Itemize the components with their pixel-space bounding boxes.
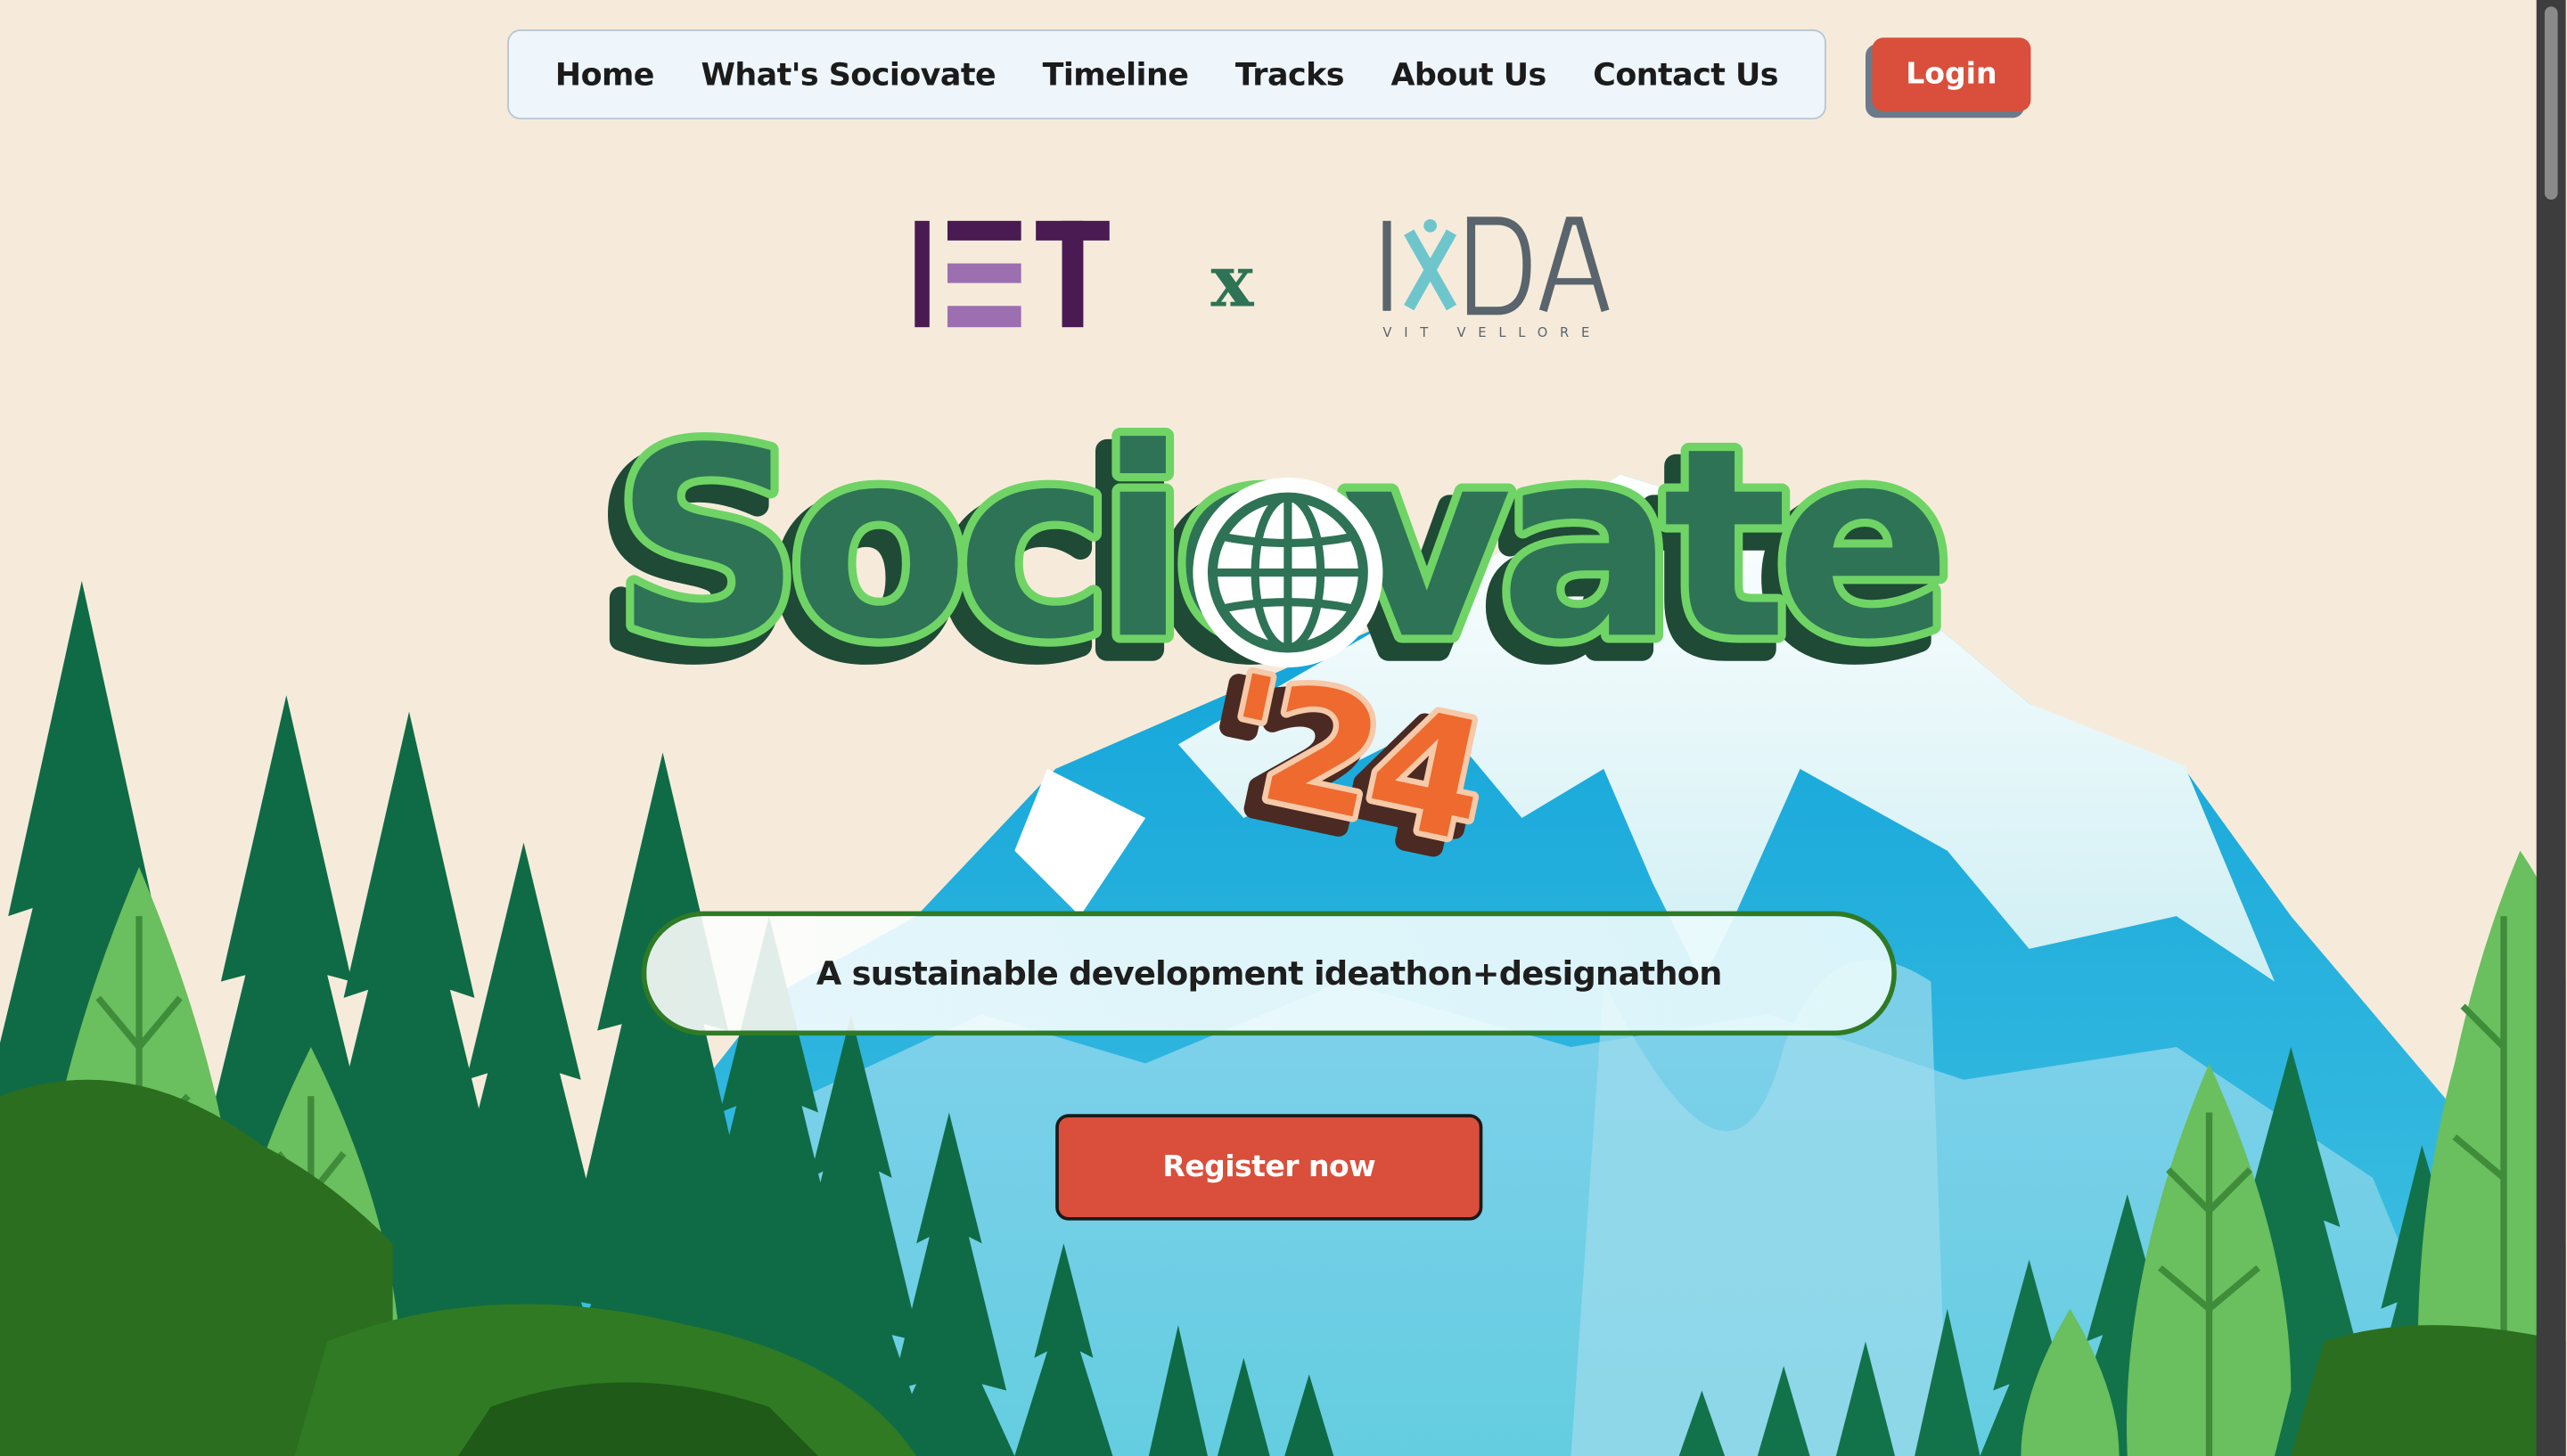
nav-link-tracks[interactable]: Tracks: [1235, 56, 1345, 92]
main-nav: Home What's Sociovate Timeline Tracks Ab…: [507, 29, 1826, 120]
page-scrollbar[interactable]: [2536, 0, 2566, 1456]
scrollbar-thumb[interactable]: [2544, 6, 2558, 200]
nav-link-about-us[interactable]: About Us: [1390, 56, 1546, 92]
tagline-text: A sustainable development ideathon+desig…: [816, 953, 1722, 994]
page-root: Home What's Sociovate Timeline Tracks Ab…: [0, 0, 2566, 1456]
login-button[interactable]: Login: [1872, 37, 2031, 111]
nav-link-whats-sociovate[interactable]: What's Sociovate: [701, 56, 996, 92]
sociovate-wordmark: Sociovate Sociovate '24 '24: [589, 401, 1964, 875]
ixda-subtitle: VIT VELLORE: [1382, 325, 1603, 340]
nav-link-timeline[interactable]: Timeline: [1043, 56, 1189, 92]
register-now-button[interactable]: Register now: [1055, 1114, 1483, 1221]
iet-logo: [914, 220, 1110, 328]
nav-link-contact-us[interactable]: Contact Us: [1593, 56, 1778, 92]
tagline-pill: A sustainable development ideathon+desig…: [641, 911, 1897, 1036]
globe-icon: [1193, 478, 1383, 668]
logos-separator: x: [1210, 239, 1254, 323]
ixda-logo: [1382, 217, 1610, 315]
nav-link-home[interactable]: Home: [555, 56, 655, 92]
